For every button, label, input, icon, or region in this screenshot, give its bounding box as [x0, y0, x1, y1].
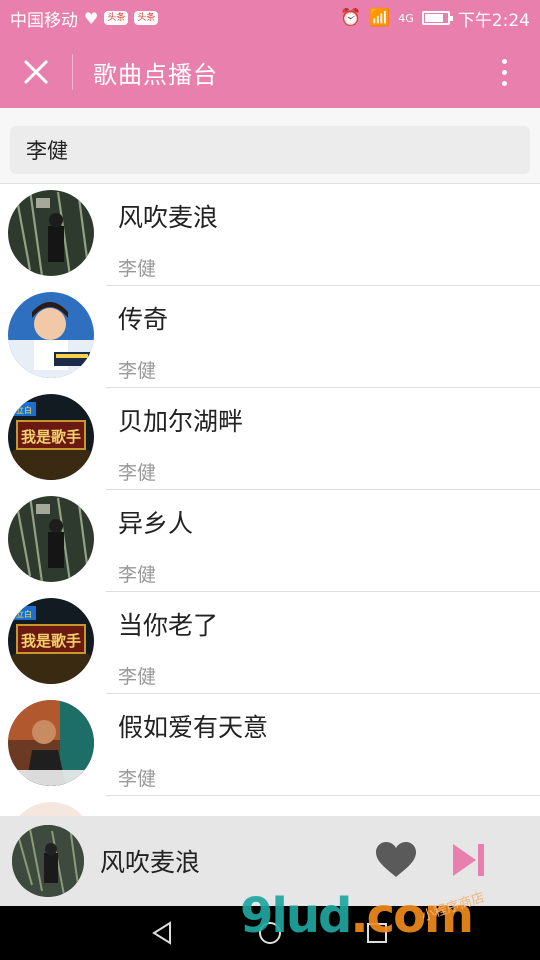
- song-item[interactable]: 异乡人 李健: [0, 490, 540, 592]
- song-title: 当你老了: [118, 611, 219, 640]
- album-cover-icon: [8, 496, 94, 582]
- song-item[interactable]: 传奇 李健: [0, 286, 540, 388]
- network-label: 4G: [398, 11, 414, 25]
- status-bar: 中国移动 ♥ 头条 头条 ⏰ 📶 4G 下午2:24: [0, 0, 540, 36]
- back-button[interactable]: [143, 913, 183, 953]
- svg-text:我是歌手: 我是歌手: [21, 632, 81, 650]
- title-divider: [72, 54, 73, 90]
- carrier-label: 中国移动: [10, 10, 78, 31]
- album-cover-icon: [8, 802, 94, 816]
- song-item[interactable]: 假如爱有天意 李健: [0, 694, 540, 796]
- song-artist: 李健: [118, 360, 157, 382]
- album-cover-icon: [8, 700, 94, 786]
- more-options-button[interactable]: [468, 36, 540, 108]
- album-cover-icon: [8, 292, 94, 378]
- svg-text:我是歌手: 我是歌手: [21, 428, 81, 446]
- album-cover-icon: 我是歌手 立白: [8, 598, 94, 684]
- album-cover-icon: [8, 190, 94, 276]
- song-title: 异乡人: [118, 509, 194, 538]
- news-badge-1: 头条: [104, 11, 129, 25]
- watermark-text: 9lud: [240, 888, 352, 944]
- page-title: 歌曲点播台: [93, 60, 218, 89]
- song-title: 假如爱有天意: [118, 713, 269, 742]
- song-artist: 李健: [118, 462, 157, 484]
- song-title: 贝加尔湖畔: [118, 407, 244, 436]
- album-cover-icon: 我是歌手 立白: [8, 394, 94, 480]
- svg-text:立白: 立白: [16, 405, 32, 415]
- song-artist: 李健: [118, 258, 157, 280]
- clock: 下午2:24: [457, 10, 530, 31]
- song-item[interactable]: 绝代风华李健: [0, 796, 540, 816]
- more-dot: [501, 80, 507, 86]
- wifi-icon: 📶: [369, 8, 391, 28]
- cover-art-icon: [12, 825, 84, 897]
- like-button[interactable]: [372, 838, 420, 882]
- title-bar: 歌曲点播台: [0, 36, 540, 108]
- heart-icon: [376, 842, 416, 877]
- battery-fill: [424, 14, 443, 22]
- status-right: ⏰ 📶 4G 下午2:24: [340, 6, 530, 31]
- more-dot: [501, 58, 507, 64]
- close-icon: [23, 59, 49, 85]
- song-artist: 李健: [118, 564, 157, 586]
- song-item[interactable]: 我是歌手 立白 贝加尔湖畔李健: [0, 388, 540, 490]
- song-item[interactable]: 风吹麦浪 李健: [0, 184, 540, 286]
- song-title: 风吹麦浪: [118, 203, 219, 232]
- song-artist: 李健: [118, 768, 157, 790]
- song-item[interactable]: 我是歌手 立白 当你老了李健: [0, 592, 540, 694]
- song-cover: [8, 802, 94, 816]
- search-input[interactable]: 李健: [10, 126, 530, 174]
- skip-next-button[interactable]: [446, 838, 490, 882]
- news-badge-2: 头条: [134, 11, 159, 25]
- song-cover: 我是歌手 立白: [8, 598, 94, 684]
- battery-icon: [421, 11, 453, 25]
- song-cover: [8, 700, 94, 786]
- back-triangle-icon: [152, 921, 172, 945]
- song-title: 传奇: [118, 305, 169, 334]
- more-dot: [501, 69, 507, 75]
- song-cover: [8, 292, 94, 378]
- song-artist: 李健: [118, 666, 157, 688]
- search-section: 李健: [0, 108, 540, 184]
- now-playing-cover[interactable]: [12, 825, 84, 897]
- song-list[interactable]: 风吹麦浪 李健 传奇 李健 我是歌手 立白 贝加尔湖畔 李健 异乡人 李健 我是歌手 立白 当你老了 李健…: [0, 184, 540, 816]
- svg-text:立白: 立白: [16, 609, 32, 619]
- close-button[interactable]: [0, 36, 72, 108]
- now-playing-title: 风吹麦浪: [100, 848, 201, 877]
- song-cover: 我是歌手 立白: [8, 394, 94, 480]
- alarm-icon: ⏰: [339, 8, 362, 28]
- heart-status-icon: ♥: [84, 8, 99, 28]
- skip-next-icon: [453, 844, 484, 876]
- song-cover: [8, 496, 94, 582]
- song-cover: [8, 190, 94, 276]
- status-left: 中国移动 ♥ 头条 头条: [10, 6, 159, 31]
